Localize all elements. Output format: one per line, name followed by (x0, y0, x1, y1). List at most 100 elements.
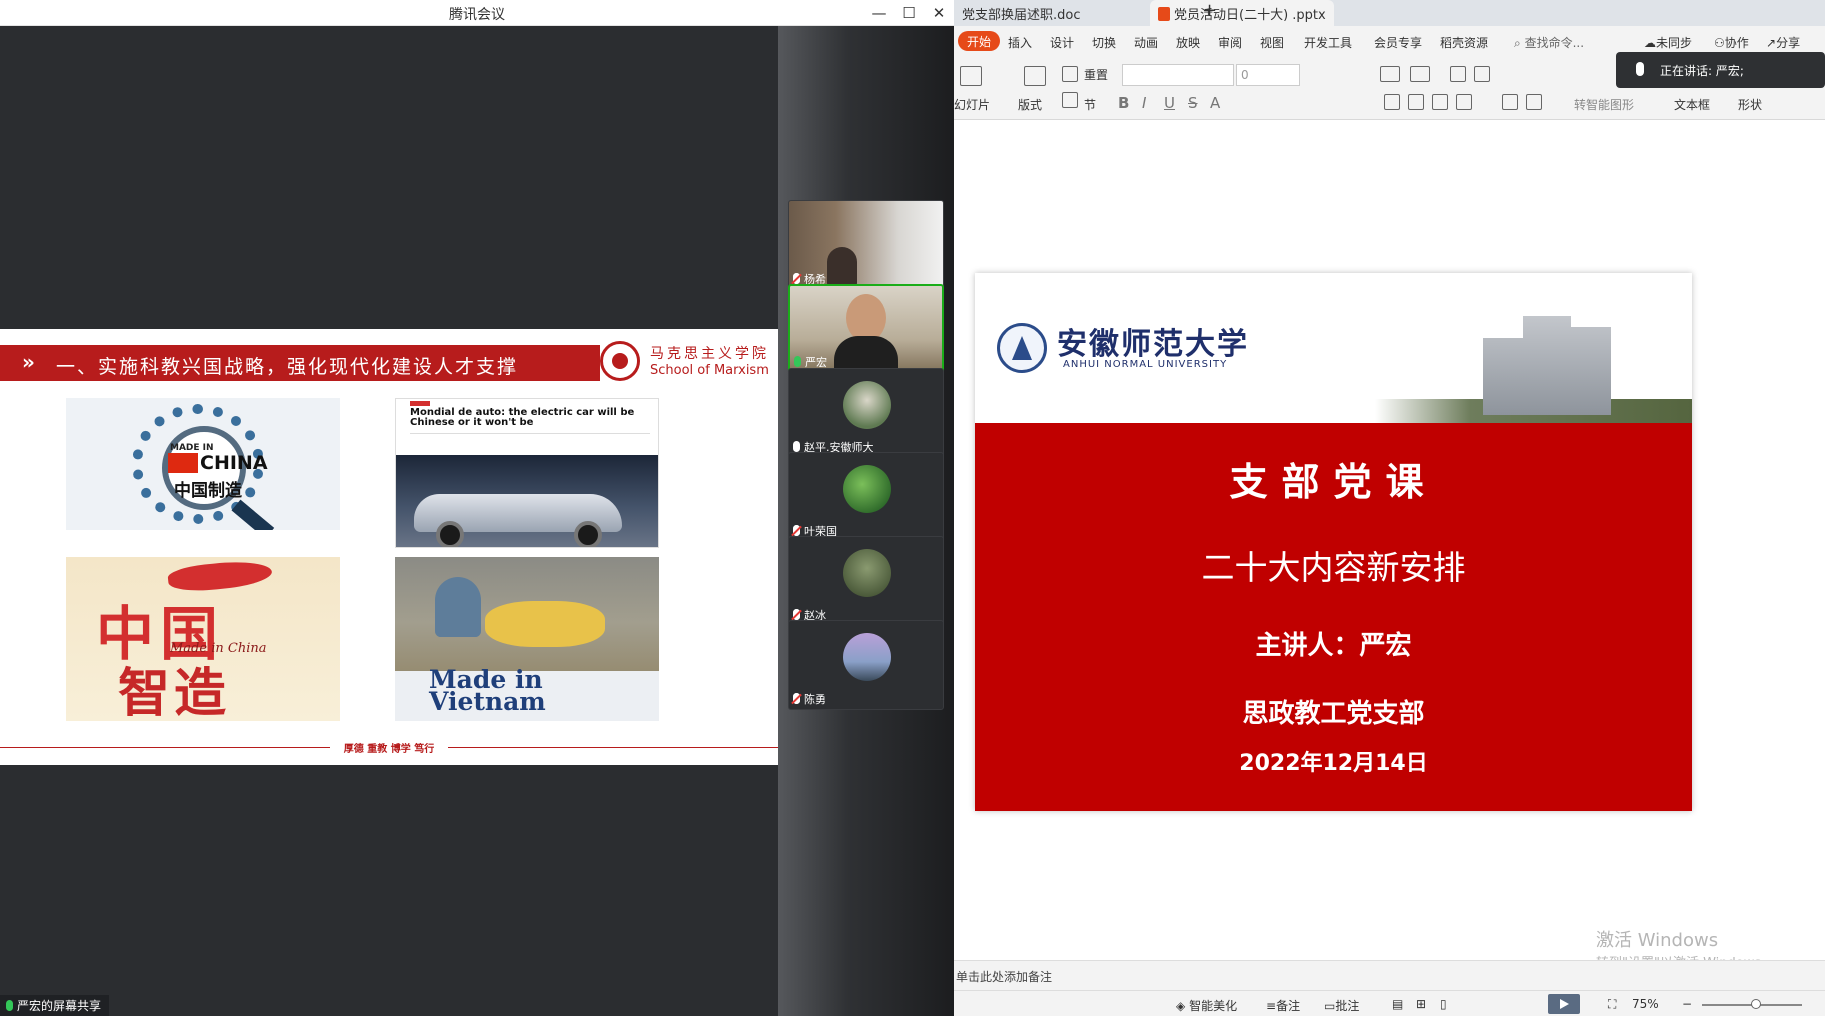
avatar (843, 381, 891, 429)
china-flag-icon (168, 453, 198, 473)
smart-beautify-button[interactable]: ◈ 智能美化 (1176, 997, 1237, 1014)
new-slide-icon[interactable] (960, 66, 982, 86)
fit-window-icon[interactable]: ⛶ (1608, 997, 1616, 1012)
ribbon-tab-view[interactable]: 视图 (1260, 34, 1284, 51)
chevron-right-icon: » (22, 350, 35, 374)
notes-toggle-button[interactable]: ≡备注 (1266, 997, 1300, 1014)
normal-view-icon[interactable]: ▤ (1392, 997, 1403, 1011)
maximize-button[interactable]: ☐ (895, 2, 923, 24)
school-name-en: School of Marxism (650, 363, 769, 378)
shape-button[interactable]: 形状 (1738, 96, 1762, 113)
play-slideshow-button[interactable] (1548, 994, 1580, 1014)
close-button[interactable]: ✕ (925, 2, 953, 24)
made-in-china-image: MADE IN CHINA 中国制造 (66, 398, 340, 530)
slide-heading: 一、实施科教兴国战略，强化现代化建设人才支撑 (56, 356, 519, 378)
bold-button[interactable]: B (1118, 94, 1129, 112)
new-slide-button[interactable]: 幻灯片 (954, 96, 990, 113)
notes-placeholder[interactable]: 单击此处添加备注 (956, 968, 1052, 985)
campus-building-image (1483, 316, 1611, 415)
ribbon-tab-slideshow[interactable]: 放映 (1176, 34, 1200, 51)
ribbon-tab-design[interactable]: 设计 (1050, 34, 1074, 51)
underline-button[interactable]: U (1164, 94, 1175, 112)
made-in-vietnam-text: Made in Vietnam (429, 665, 546, 716)
layout-icon[interactable] (1024, 66, 1046, 86)
collab-button[interactable]: ⚇协作 (1714, 34, 1749, 51)
minimize-button[interactable]: — (865, 2, 893, 24)
reset-icon[interactable] (1062, 66, 1078, 82)
strikethrough-button[interactable]: S (1188, 94, 1198, 112)
news-headline: Mondial de auto: the electric car will b… (410, 407, 635, 428)
microphone-icon (6, 1000, 13, 1011)
footer-divider (0, 747, 330, 748)
notes-pane[interactable]: 单击此处添加备注 (954, 960, 1825, 990)
participant-tile[interactable]: 赵平.安徽师大 (788, 368, 944, 458)
participant-tile[interactable]: 杨希 (788, 200, 944, 290)
section-icon[interactable] (1062, 92, 1078, 108)
ribbon-tab-docer[interactable]: 稻壳资源 (1440, 34, 1488, 51)
doc-tab[interactable]: 党支部换届述职.doc (954, 0, 1089, 26)
screen-share-indicator[interactable]: 严宏的屏幕共享 (0, 995, 110, 1016)
zoom-slider-handle[interactable] (1751, 999, 1761, 1009)
comments-button[interactable]: ▭批注 (1324, 997, 1359, 1014)
align-right-icon[interactable] (1432, 94, 1448, 110)
italic-button[interactable]: I (1142, 94, 1146, 112)
slide-date[interactable]: 2022年12月14日 (975, 745, 1692, 777)
zoom-level[interactable]: 75% (1632, 997, 1659, 1011)
slide-subtitle[interactable]: 二十大内容新安排 (975, 541, 1692, 589)
microphone-icon (793, 441, 800, 452)
notes-icon: ≡ (1266, 999, 1277, 1013)
font-size-select[interactable]: 0 (1236, 64, 1300, 86)
slide-speaker[interactable]: 主讲人：严宏 (975, 625, 1692, 662)
paragraph-spacing-icon[interactable] (1526, 94, 1542, 110)
slide-branch[interactable]: 思政教工党支部 (975, 693, 1692, 730)
windows-activation-watermark: 激活 Windows (1596, 930, 1719, 951)
news-meta (410, 433, 650, 445)
slide-heading-bar: » 一、实施科教兴国战略，强化现代化建设人才支撑 (0, 345, 600, 381)
smartart-button[interactable]: 转智能图形 (1574, 96, 1634, 113)
participant-tile[interactable]: 叶荣国 (788, 452, 944, 542)
command-search[interactable]: ⌕ 查找命令... (1514, 34, 1584, 51)
participant-tile[interactable]: 陈勇 (788, 620, 944, 710)
screen-share-area: » 一、实施科教兴国战略，强化现代化建设人才支撑 马克思主义学院 School … (0, 26, 778, 1016)
textbox-button[interactable]: 文本框 (1674, 96, 1710, 113)
layout-button[interactable]: 版式 (1018, 96, 1042, 113)
font-family-select[interactable] (1122, 64, 1234, 86)
slide-title[interactable]: 支部党课 (975, 451, 1692, 506)
comment-icon: ▭ (1324, 999, 1336, 1013)
align-center-icon[interactable] (1408, 94, 1424, 110)
zoom-out-button[interactable]: − (1682, 997, 1692, 1011)
presentation-slide[interactable]: 安徽师范大学 ANHUI NORMAL UNIVERSITY 支部党课 二十大内… (975, 273, 1692, 811)
bullet-list-icon[interactable] (1380, 66, 1400, 82)
window-title: 腾讯会议 (449, 7, 505, 23)
ribbon-tab-review[interactable]: 审阅 (1218, 34, 1242, 51)
font-color-button[interactable]: A (1210, 94, 1220, 112)
numbered-list-icon[interactable] (1410, 66, 1430, 82)
slide-footer-motto: 厚德 重教 博学 笃行 (343, 744, 435, 755)
justify-icon[interactable] (1456, 94, 1472, 110)
align-left-icon[interactable] (1384, 94, 1400, 110)
slide-sorter-icon[interactable]: ⊞ (1416, 997, 1426, 1011)
mic-muted-icon (793, 693, 800, 704)
ribbon-tab-transition[interactable]: 切换 (1092, 34, 1116, 51)
line-spacing-icon[interactable] (1502, 94, 1518, 110)
collab-icon: ⚇ (1714, 36, 1725, 50)
ribbon-tab-animation[interactable]: 动画 (1134, 34, 1158, 51)
slide-editing-canvas[interactable]: 安徽师范大学 ANHUI NORMAL UNIVERSITY 支部党课 二十大内… (954, 120, 1825, 971)
indent-icon[interactable] (1450, 66, 1466, 82)
ribbon-tab-developer[interactable]: 开发工具 (1304, 34, 1352, 51)
section-button[interactable]: 节 (1084, 96, 1096, 113)
ribbon-tab-start[interactable]: 开始 (958, 31, 1001, 51)
ribbon-tab-member[interactable]: 会员专享 (1374, 34, 1422, 51)
reset-button[interactable]: 重置 (1084, 66, 1108, 83)
participant-tile[interactable]: 赵冰 (788, 536, 944, 626)
participant-tile-active[interactable]: 严宏 (788, 284, 944, 374)
share-button[interactable]: ↗分享 (1766, 34, 1800, 51)
title-bar: 腾讯会议 — ☐ ✕ (0, 0, 954, 26)
outdent-icon[interactable] (1474, 66, 1490, 82)
new-tab-button[interactable]: + (1194, 0, 1225, 26)
sync-status[interactable]: ☁未同步 (1644, 34, 1692, 51)
doc-tab-active[interactable]: 党员活动日(二十大) .pptx (1150, 0, 1334, 26)
ribbon-tab-insert[interactable]: 插入 (1008, 34, 1032, 51)
university-emblem-icon (997, 323, 1047, 373)
reading-view-icon[interactable]: ▯ (1440, 997, 1447, 1011)
